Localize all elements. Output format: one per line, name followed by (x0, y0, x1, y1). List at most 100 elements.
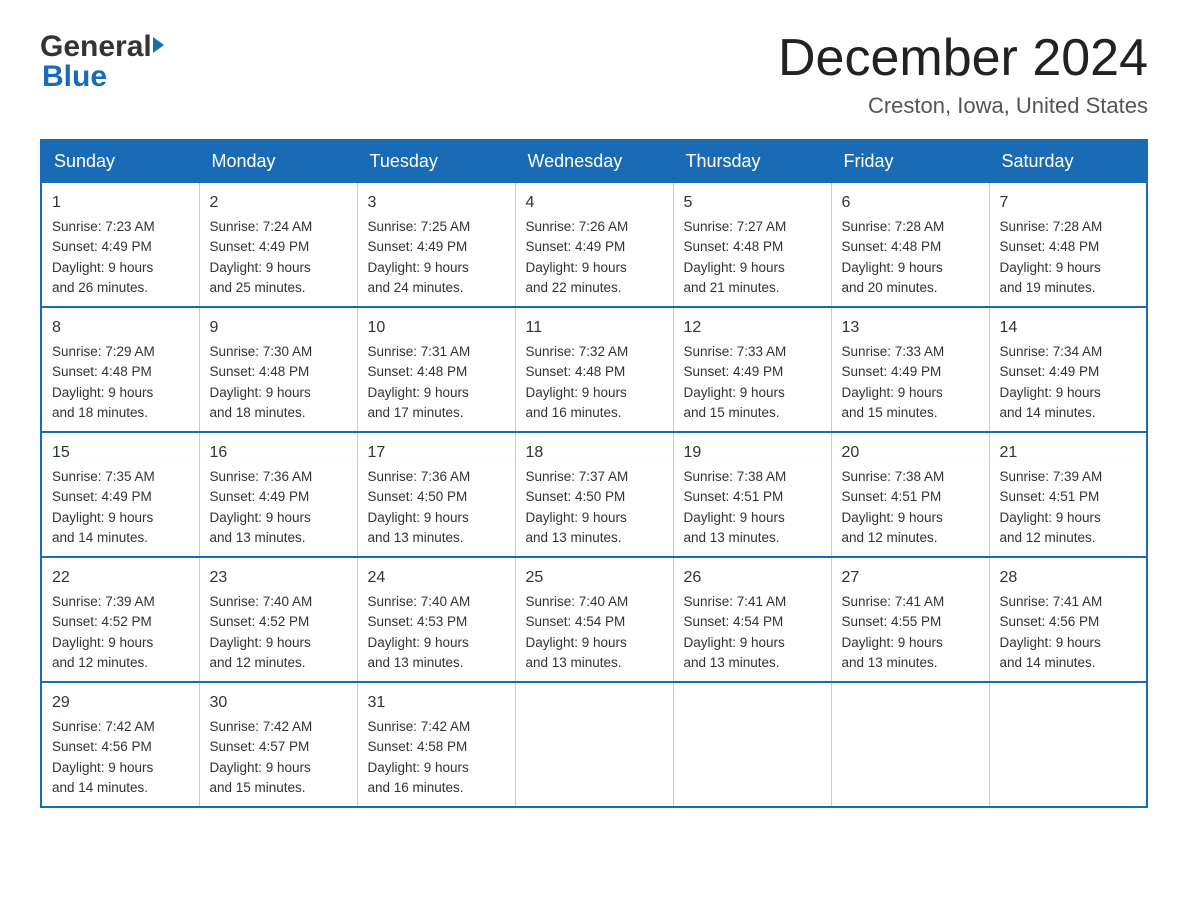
sunset-label: Sunset: 4:49 PM (210, 239, 310, 254)
table-row: 21Sunrise: 7:39 AMSunset: 4:51 PMDayligh… (989, 432, 1147, 557)
sunrise-label: Sunrise: 7:34 AM (1000, 344, 1103, 359)
day-number: 31 (368, 691, 505, 715)
daylight-minutes: and 15 minutes. (210, 780, 306, 795)
sunrise-label: Sunrise: 7:40 AM (526, 594, 629, 609)
sunrise-label: Sunrise: 7:33 AM (684, 344, 787, 359)
header-friday: Friday (831, 140, 989, 183)
calendar-row: 15Sunrise: 7:35 AMSunset: 4:49 PMDayligh… (41, 432, 1147, 557)
daylight-label: Daylight: 9 hours (52, 260, 153, 275)
sunrise-label: Sunrise: 7:41 AM (1000, 594, 1103, 609)
day-number: 9 (210, 316, 347, 340)
daylight-minutes: and 12 minutes. (52, 655, 148, 670)
daylight-label: Daylight: 9 hours (526, 510, 627, 525)
table-row: 1 Sunrise: 7:23 AM Sunset: 4:49 PM Daylight… (41, 183, 199, 308)
day-number: 28 (1000, 566, 1137, 590)
day-number: 24 (368, 566, 505, 590)
month-title: December 2024 (778, 30, 1148, 87)
sunset-label: Sunset: 4:54 PM (684, 614, 784, 629)
sunrise-label: Sunrise: 7:39 AM (52, 594, 155, 609)
daylight-minutes: and 12 minutes. (842, 530, 938, 545)
day-number: 23 (210, 566, 347, 590)
day-number: 4 (526, 191, 663, 215)
sunrise-label: Sunrise: 7:39 AM (1000, 469, 1103, 484)
page-header: General Blue December 2024 Creston, Iowa… (40, 30, 1148, 119)
calendar-row: 1 Sunrise: 7:23 AM Sunset: 4:49 PM Daylight… (41, 183, 1147, 308)
daylight-minutes: and 15 minutes. (842, 405, 938, 420)
table-row: 29Sunrise: 7:42 AMSunset: 4:56 PMDayligh… (41, 682, 199, 807)
table-row: 20Sunrise: 7:38 AMSunset: 4:51 PMDayligh… (831, 432, 989, 557)
sunset-label: Sunset: 4:51 PM (842, 489, 942, 504)
sunrise-label: Sunrise: 7:37 AM (526, 469, 629, 484)
sunset-label: Sunset: 4:49 PM (52, 239, 152, 254)
daylight-label: Daylight: 9 hours (52, 385, 153, 400)
daylight-minutes: and 13 minutes. (368, 655, 464, 670)
daylight-label: Daylight: 9 hours (684, 385, 785, 400)
table-row (673, 682, 831, 807)
table-row: 17Sunrise: 7:36 AMSunset: 4:50 PMDayligh… (357, 432, 515, 557)
daylight-label: Daylight: 9 hours (210, 385, 311, 400)
sunset-label: Sunset: 4:56 PM (52, 739, 152, 754)
sunrise-label: Sunrise: 7:23 AM (52, 219, 155, 234)
sunset-label: Sunset: 4:51 PM (684, 489, 784, 504)
table-row (515, 682, 673, 807)
sunset-label: Sunset: 4:49 PM (368, 239, 468, 254)
table-row: 7Sunrise: 7:28 AMSunset: 4:48 PMDaylight… (989, 183, 1147, 308)
sunrise-label: Sunrise: 7:25 AM (368, 219, 471, 234)
sunrise-label: Sunrise: 7:40 AM (368, 594, 471, 609)
sunset-label: Sunset: 4:54 PM (526, 614, 626, 629)
daylight-label: Daylight: 9 hours (1000, 385, 1101, 400)
daylight-minutes: and 17 minutes. (368, 405, 464, 420)
daylight-minutes: and 12 minutes. (210, 655, 306, 670)
daylight-minutes: and 13 minutes. (684, 655, 780, 670)
daylight-minutes: and 18 minutes. (210, 405, 306, 420)
table-row: 19Sunrise: 7:38 AMSunset: 4:51 PMDayligh… (673, 432, 831, 557)
sunset-label: Sunset: 4:48 PM (52, 364, 152, 379)
title-section: December 2024 Creston, Iowa, United Stat… (778, 30, 1148, 119)
day-number: 30 (210, 691, 347, 715)
table-row: 30Sunrise: 7:42 AMSunset: 4:57 PMDayligh… (199, 682, 357, 807)
daylight-label: Daylight: 9 hours (842, 260, 943, 275)
day-number: 2 (210, 191, 347, 215)
calendar-row: 22Sunrise: 7:39 AMSunset: 4:52 PMDayligh… (41, 557, 1147, 682)
sunset-label: Sunset: 4:48 PM (368, 364, 468, 379)
day-number: 27 (842, 566, 979, 590)
sunset-label: Sunset: 4:48 PM (684, 239, 784, 254)
sunset-label: Sunset: 4:49 PM (210, 489, 310, 504)
header-saturday: Saturday (989, 140, 1147, 183)
day-number: 15 (52, 441, 189, 465)
daylight-label: Daylight: 9 hours (1000, 635, 1101, 650)
day-number: 1 (52, 191, 189, 215)
daylight-minutes: and 20 minutes. (842, 280, 938, 295)
day-number: 7 (1000, 191, 1137, 215)
location-label: Creston, Iowa, United States (778, 93, 1148, 119)
sunset-label: Sunset: 4:48 PM (842, 239, 942, 254)
sunrise-label: Sunrise: 7:41 AM (842, 594, 945, 609)
daylight-label: Daylight: 9 hours (368, 635, 469, 650)
table-row: 24Sunrise: 7:40 AMSunset: 4:53 PMDayligh… (357, 557, 515, 682)
sunset-label: Sunset: 4:55 PM (842, 614, 942, 629)
table-row: 3Sunrise: 7:25 AMSunset: 4:49 PMDaylight… (357, 183, 515, 308)
daylight-label: Daylight: 9 hours (368, 260, 469, 275)
sunrise-label: Sunrise: 7:32 AM (526, 344, 629, 359)
sunrise-label: Sunrise: 7:24 AM (210, 219, 313, 234)
table-row: 9Sunrise: 7:30 AMSunset: 4:48 PMDaylight… (199, 307, 357, 432)
daylight-minutes: and 22 minutes. (526, 280, 622, 295)
daylight-label: Daylight: 9 hours (1000, 510, 1101, 525)
sunset-label: Sunset: 4:49 PM (842, 364, 942, 379)
sunrise-label: Sunrise: 7:30 AM (210, 344, 313, 359)
day-number: 25 (526, 566, 663, 590)
logo-text-general: General (40, 30, 152, 64)
daylight-label: Daylight: 9 hours (368, 385, 469, 400)
day-number: 8 (52, 316, 189, 340)
daylight-minutes: and 25 minutes. (210, 280, 306, 295)
daylight-minutes: and 13 minutes. (210, 530, 306, 545)
header-tuesday: Tuesday (357, 140, 515, 183)
table-row: 4Sunrise: 7:26 AMSunset: 4:49 PMDaylight… (515, 183, 673, 308)
daylight-label: Daylight: 9 hours (684, 510, 785, 525)
daylight-minutes: and 24 minutes. (368, 280, 464, 295)
daylight-minutes: and 15 minutes. (684, 405, 780, 420)
table-row (831, 682, 989, 807)
sunrise-label: Sunrise: 7:28 AM (842, 219, 945, 234)
sunset-label: Sunset: 4:49 PM (684, 364, 784, 379)
table-row: 15Sunrise: 7:35 AMSunset: 4:49 PMDayligh… (41, 432, 199, 557)
